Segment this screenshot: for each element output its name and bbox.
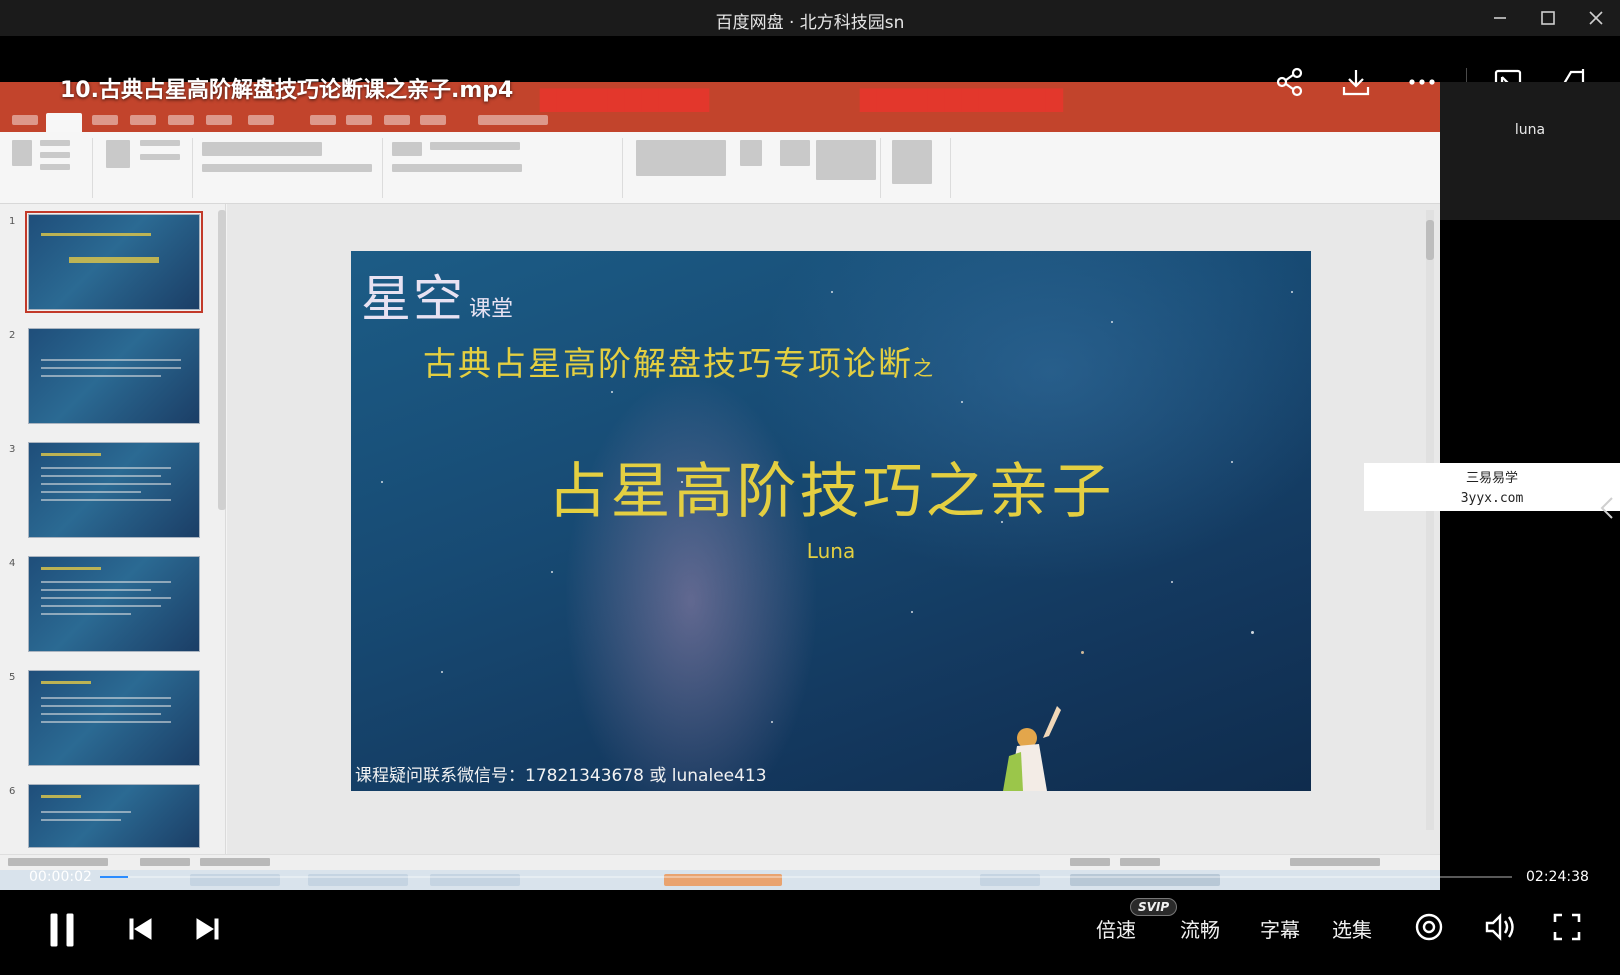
slide-thumbnail-pane: 1 2 3 4 5 6 bbox=[0, 204, 226, 854]
watermark-line-1: 三易易学 bbox=[1465, 471, 1518, 486]
download-button[interactable] bbox=[1338, 64, 1374, 100]
slide-subtitle: 古典占星高阶解盘技巧专项论断之 bbox=[423, 337, 935, 385]
fullscreen-button[interactable] bbox=[1550, 910, 1584, 944]
fullscreen-icon bbox=[1553, 913, 1581, 941]
download-icon bbox=[1342, 70, 1370, 96]
main-slide: 星空 课堂 古典占星高阶解盘技巧专项论断之 占星高阶技巧之亲子 Luna 课程疑… bbox=[351, 251, 1311, 791]
ppt-ribbon bbox=[0, 132, 1440, 204]
video-title: 10.古典占星高阶解盘技巧论断课之亲子.mp4 bbox=[60, 78, 514, 103]
view-button[interactable] bbox=[1412, 910, 1446, 944]
maximize-button[interactable] bbox=[1530, 4, 1566, 32]
thumb-number: 5 bbox=[9, 672, 16, 683]
total-time: 02:24:38 bbox=[1526, 869, 1589, 885]
slide-thumbnail bbox=[28, 328, 200, 424]
side-panel-arrow-icon[interactable] bbox=[1600, 496, 1614, 520]
thumb-number: 3 bbox=[9, 444, 16, 455]
girl-reaching-for-stars-image bbox=[1003, 706, 1061, 791]
window-title: 百度网盘 · 北方科技园sn bbox=[715, 13, 905, 33]
edit-scrollbar bbox=[1426, 210, 1434, 830]
slide-author: Luna bbox=[806, 539, 856, 563]
watermark-box: 三易易学 3yyx.com bbox=[1364, 463, 1620, 511]
slide-subtitle-suffix: 之 bbox=[913, 356, 935, 380]
volume-button[interactable] bbox=[1482, 910, 1518, 944]
ppt-ribbon-tabs bbox=[0, 112, 1440, 132]
view-icon bbox=[1415, 913, 1443, 941]
progress-row: 00:00:02 02:24:38 bbox=[0, 862, 1620, 892]
share-button[interactable] bbox=[1272, 64, 1308, 100]
subtitle-button[interactable]: 字幕 bbox=[1260, 914, 1300, 943]
svip-badge: SVIP bbox=[1130, 898, 1178, 916]
speed-button[interactable]: 倍速 bbox=[1096, 914, 1136, 943]
window-titlebar: 百度网盘 · 北方科技园sn bbox=[0, 0, 1620, 36]
slide-thumbnail bbox=[28, 556, 200, 652]
brand-suffix: 课堂 bbox=[469, 297, 514, 322]
slide-thumbnail bbox=[28, 784, 200, 848]
share-icon bbox=[1276, 67, 1303, 97]
slide-thumbnail bbox=[28, 670, 200, 766]
close-icon bbox=[1589, 11, 1603, 25]
thumb-number: 6 bbox=[9, 786, 16, 797]
side-user-panel: luna bbox=[1440, 82, 1620, 220]
close-button[interactable] bbox=[1578, 4, 1614, 32]
more-button[interactable] bbox=[1404, 64, 1440, 100]
more-icon bbox=[1409, 79, 1435, 85]
slide-subtitle-text: 古典占星高阶解盘技巧专项论断 bbox=[423, 344, 913, 383]
video-frame: ██████████ ████████████ 1 2 3 4 5 6 星空 课… bbox=[0, 82, 1440, 890]
minimize-button[interactable] bbox=[1482, 4, 1518, 32]
pause-icon bbox=[50, 913, 74, 947]
slide-thumbnail bbox=[28, 442, 200, 538]
thumb-number: 4 bbox=[9, 558, 16, 569]
video-viewport[interactable]: ██████████ ████████████ 1 2 3 4 5 6 星空 课… bbox=[0, 36, 1620, 890]
previous-icon bbox=[129, 918, 152, 940]
current-time: 00:00:02 bbox=[29, 869, 92, 885]
brand-name: 星空 bbox=[361, 270, 465, 328]
progress-bar[interactable] bbox=[100, 876, 1512, 878]
slide-main-title: 占星高阶技巧之亲子 bbox=[547, 457, 1115, 527]
episodes-button[interactable]: 选集 bbox=[1332, 914, 1372, 943]
progress-fill bbox=[100, 876, 129, 878]
pause-button[interactable] bbox=[44, 910, 80, 950]
slide-contact: 课程疑问联系微信号：17821343678 或 lunalee413 bbox=[355, 766, 767, 786]
quality-button[interactable]: 流畅 bbox=[1180, 914, 1220, 943]
playback-controls: 倍速 SVIP 流畅 字幕 选集 bbox=[0, 890, 1620, 975]
slide-brand: 星空 课堂 bbox=[361, 259, 513, 331]
watermark-line-2: 3yyx.com bbox=[1460, 491, 1524, 506]
side-user-name: luna bbox=[1514, 122, 1546, 138]
maximize-icon bbox=[1541, 11, 1555, 25]
thumb-number: 1 bbox=[9, 216, 16, 227]
thumbnail-scrollbar bbox=[218, 210, 226, 510]
next-icon bbox=[196, 918, 219, 940]
thumb-number: 2 bbox=[9, 330, 16, 341]
previous-button[interactable] bbox=[126, 914, 156, 944]
slide-thumbnail bbox=[25, 211, 203, 313]
volume-icon bbox=[1485, 913, 1514, 941]
minimize-icon bbox=[1494, 17, 1506, 19]
next-button[interactable] bbox=[192, 914, 222, 944]
